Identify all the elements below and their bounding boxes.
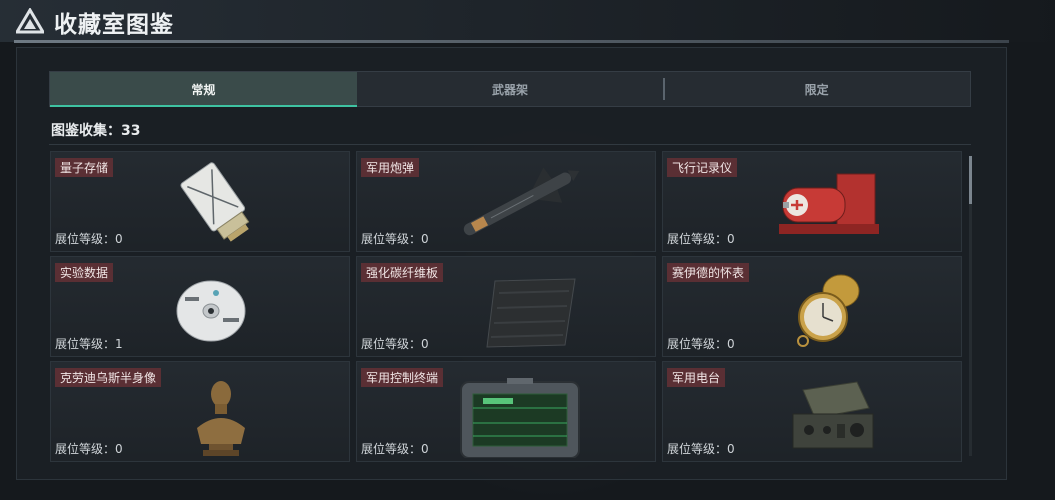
disc-icon <box>176 280 246 342</box>
tab-regular[interactable]: 常规 <box>50 72 357 107</box>
tab-limited[interactable]: 限定 <box>663 72 970 106</box>
item-card-claudius-bust[interactable]: 克劳迪乌斯半身像 展位等级：0 <box>50 361 350 462</box>
item-level: 展位等级：0 <box>55 232 123 246</box>
collection-count: 图鉴收集：33 <box>51 120 140 140</box>
item-card-pocket-watch[interactable]: 赛伊德的怀表 展位等级：0 <box>662 256 962 357</box>
bust-statue-icon <box>197 381 245 456</box>
scrollbar-thumb[interactable] <box>969 156 972 204</box>
item-card-military-shell[interactable]: 军用炮弹 展位等级：0 <box>356 151 656 252</box>
item-card-carbon-fiber-plate[interactable]: 强化碳纤维板 展位等级：0 <box>356 256 656 357</box>
item-name: 军用控制终端 <box>361 368 444 387</box>
divider <box>49 144 971 145</box>
item-level: 展位等级：0 <box>361 442 429 456</box>
item-name: 赛伊德的怀表 <box>667 263 750 282</box>
item-name: 军用炮弹 <box>361 158 420 177</box>
item-card-control-terminal[interactable]: 军用控制终端 展位等级：0 <box>356 361 656 462</box>
control-terminal-icon <box>460 378 580 458</box>
tab-weapon-rack[interactable]: 武器架 <box>357 72 664 106</box>
triangle-logo-icon <box>16 8 44 34</box>
item-name: 飞行记录仪 <box>667 158 738 177</box>
item-name: 实验数据 <box>55 263 114 282</box>
item-level: 展位等级：0 <box>667 232 735 246</box>
usb-drive-icon <box>180 162 250 242</box>
collection-number: 33 <box>121 123 141 139</box>
category-tabs: 常规 武器架 限定 <box>49 71 971 107</box>
item-card-experiment-data[interactable]: 实验数据 展位等级：1 <box>50 256 350 357</box>
item-card-quantum-storage[interactable]: 量子存储 展位等级：0 <box>50 151 350 252</box>
military-radio-icon <box>792 381 874 449</box>
tab-separator <box>663 78 665 100</box>
item-level: 展位等级：0 <box>361 337 429 351</box>
item-name: 军用电台 <box>667 368 726 387</box>
item-grid: 量子存储 展位等级：0 军用炮弹 展位等级：0 飞行记录仪 展位等级：0 实验数… <box>50 151 962 464</box>
item-card-military-radio[interactable]: 军用电台 展位等级：0 <box>662 361 962 462</box>
item-level: 展位等级：1 <box>55 337 123 351</box>
item-card-flight-recorder[interactable]: 飞行记录仪 展位等级：0 <box>662 151 962 252</box>
flight-recorder-icon <box>779 173 879 234</box>
collection-label: 图鉴收集： <box>51 123 121 139</box>
item-level: 展位等级：0 <box>667 442 735 456</box>
carbon-fiber-plate-icon <box>486 278 576 348</box>
title-bar: 收藏室图鉴 <box>0 0 1055 42</box>
pocket-watch-icon <box>797 274 860 347</box>
item-level: 展位等级：0 <box>361 232 429 246</box>
item-name: 量子存储 <box>55 158 114 177</box>
item-name: 强化碳纤维板 <box>361 263 444 282</box>
header-divider <box>14 40 1009 43</box>
page-title: 收藏室图鉴 <box>54 12 174 38</box>
item-level: 展位等级：0 <box>55 442 123 456</box>
item-level: 展位等级：0 <box>667 337 735 351</box>
missile-shell-icon <box>463 167 580 236</box>
